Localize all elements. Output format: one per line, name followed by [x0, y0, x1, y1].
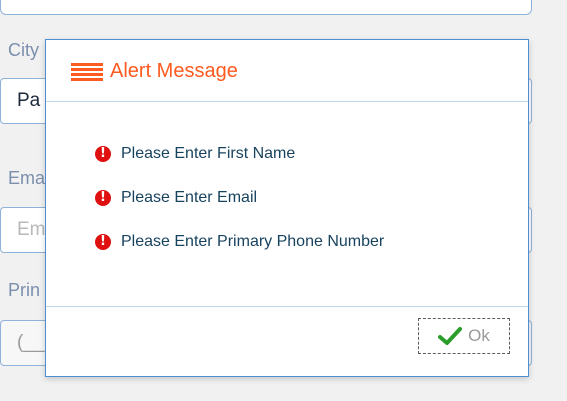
message-item: ! Please Enter Primary Phone Number — [95, 233, 384, 251]
message-text: Please Enter Email — [121, 189, 258, 206]
check-icon — [438, 327, 463, 345]
exclamation-circle-icon: ! — [95, 146, 111, 162]
ok-label: Ok — [468, 326, 490, 345]
alert-dialog: Alert Message ! Please Enter First Name … — [45, 39, 529, 377]
phone-mask: (__ — [17, 332, 45, 353]
dialog-title: Alert Message — [110, 60, 238, 82]
message-item: ! Please Enter First Name — [95, 145, 295, 163]
dialog-footer: Ok — [46, 306, 528, 376]
exclamation-circle-icon: ! — [95, 190, 111, 206]
menu-icon — [71, 63, 103, 81]
message-text: Please Enter First Name — [121, 145, 296, 162]
message-text: Please Enter Primary Phone Number — [121, 233, 385, 250]
dialog-body: ! Please Enter First Name ! Please Enter… — [46, 102, 528, 306]
exclamation-circle-icon: ! — [95, 234, 111, 250]
ok-button[interactable]: Ok — [418, 318, 510, 354]
dialog-header: Alert Message — [46, 40, 528, 102]
top-field[interactable] — [0, 0, 532, 15]
email-placeholder: Em — [17, 219, 46, 240]
phone-label: Prin — [8, 280, 41, 300]
city-label: City — [8, 40, 39, 60]
city-value: Pa — [17, 90, 41, 111]
message-item: ! Please Enter Email — [95, 189, 257, 207]
email-label: Ema — [8, 168, 46, 188]
page: City Pa Ema Em Prin (__ Alert Message ! … — [0, 0, 567, 401]
